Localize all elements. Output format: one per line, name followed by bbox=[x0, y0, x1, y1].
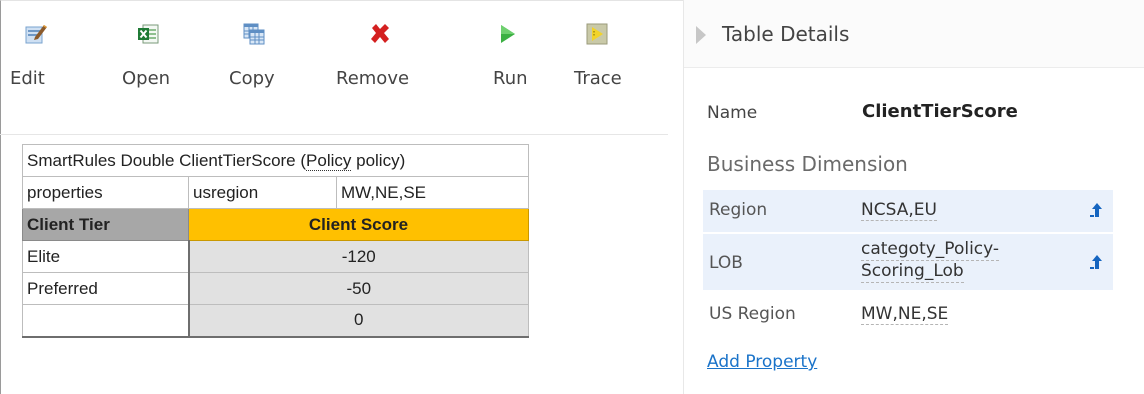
toolbar-separator bbox=[0, 134, 668, 135]
table-title-suffix: policy) bbox=[351, 150, 406, 170]
table-row: Preferred -50 bbox=[22, 272, 529, 305]
properties-row: properties usregion MW,NE,SE bbox=[22, 176, 529, 209]
name-value: ClientTierScore bbox=[862, 101, 1018, 122]
decision-table: SmartRules Double ClientTierScore (Polic… bbox=[22, 144, 529, 338]
score-cell[interactable]: -120 bbox=[187, 240, 529, 273]
property-row-us-region: US Region MW,NE,SE bbox=[703, 294, 1113, 336]
policy-type-link[interactable]: Policy bbox=[306, 150, 352, 171]
property-key: Region bbox=[709, 200, 768, 220]
table-title-prefix: SmartRules Double ClientTierScore ( bbox=[27, 150, 307, 170]
property-value-cell[interactable]: MW,NE,SE bbox=[336, 176, 529, 209]
table-title[interactable]: SmartRules Double ClientTierScore (Polic… bbox=[22, 144, 529, 177]
property-value-line: categoty_Policy- bbox=[861, 239, 1000, 261]
edit-label: Edit bbox=[10, 68, 45, 89]
score-cell[interactable]: 0 bbox=[187, 304, 529, 338]
property-row-region: Region NCSA,EU bbox=[703, 190, 1113, 232]
open-label: Open bbox=[122, 68, 171, 89]
property-key: US Region bbox=[709, 304, 796, 324]
run-label: Run bbox=[493, 68, 528, 89]
property-name-cell[interactable]: usregion bbox=[188, 176, 337, 209]
property-value[interactable]: NCSA,EU bbox=[861, 200, 937, 221]
tier-cell[interactable]: Elite bbox=[22, 240, 189, 273]
table-details-header[interactable]: Table Details bbox=[684, 0, 1144, 68]
tier-cell[interactable]: Preferred bbox=[22, 272, 189, 305]
trace-label: Trace bbox=[574, 68, 622, 89]
edit-icon bbox=[25, 25, 47, 44]
property-value[interactable]: MW,NE,SE bbox=[861, 304, 949, 325]
remove-label: Remove bbox=[336, 68, 410, 89]
properties-label: properties bbox=[22, 176, 189, 209]
excel-open-icon bbox=[138, 24, 159, 44]
tier-cell[interactable] bbox=[22, 304, 189, 338]
remove-x-icon bbox=[371, 24, 389, 43]
client-score-header[interactable]: Client Score bbox=[188, 208, 529, 241]
table-details-title: Table Details bbox=[722, 22, 850, 46]
score-cell[interactable]: -50 bbox=[187, 272, 529, 305]
table-title-row: SmartRules Double ClientTierScore (Polic… bbox=[22, 144, 529, 177]
table-row: 0 bbox=[22, 304, 529, 338]
property-row-lob: LOB categoty_Policy- Scoring_Lob bbox=[703, 234, 1113, 290]
header-row: Client Tier Client Score bbox=[22, 208, 529, 241]
property-value[interactable]: categoty_Policy- Scoring_Lob bbox=[861, 239, 1000, 283]
add-property-link[interactable]: Add Property bbox=[707, 352, 817, 372]
promote-arrow-icon[interactable] bbox=[1086, 252, 1106, 272]
trace-icon bbox=[586, 23, 608, 45]
copy-icon bbox=[243, 23, 265, 45]
property-value-line: Scoring_Lob bbox=[861, 261, 964, 283]
table-row: Elite -120 bbox=[22, 240, 529, 273]
name-label: Name bbox=[707, 103, 758, 123]
expand-caret-icon[interactable] bbox=[696, 26, 706, 44]
business-dimension-title: Business Dimension bbox=[707, 152, 908, 176]
play-icon bbox=[501, 25, 515, 43]
copy-label: Copy bbox=[229, 68, 275, 89]
property-key: LOB bbox=[709, 253, 743, 273]
promote-arrow-icon[interactable] bbox=[1086, 200, 1106, 220]
toolbar: Edit Open Copy Remove Run Trace bbox=[0, 22, 670, 135]
client-tier-header[interactable]: Client Tier bbox=[22, 208, 189, 241]
